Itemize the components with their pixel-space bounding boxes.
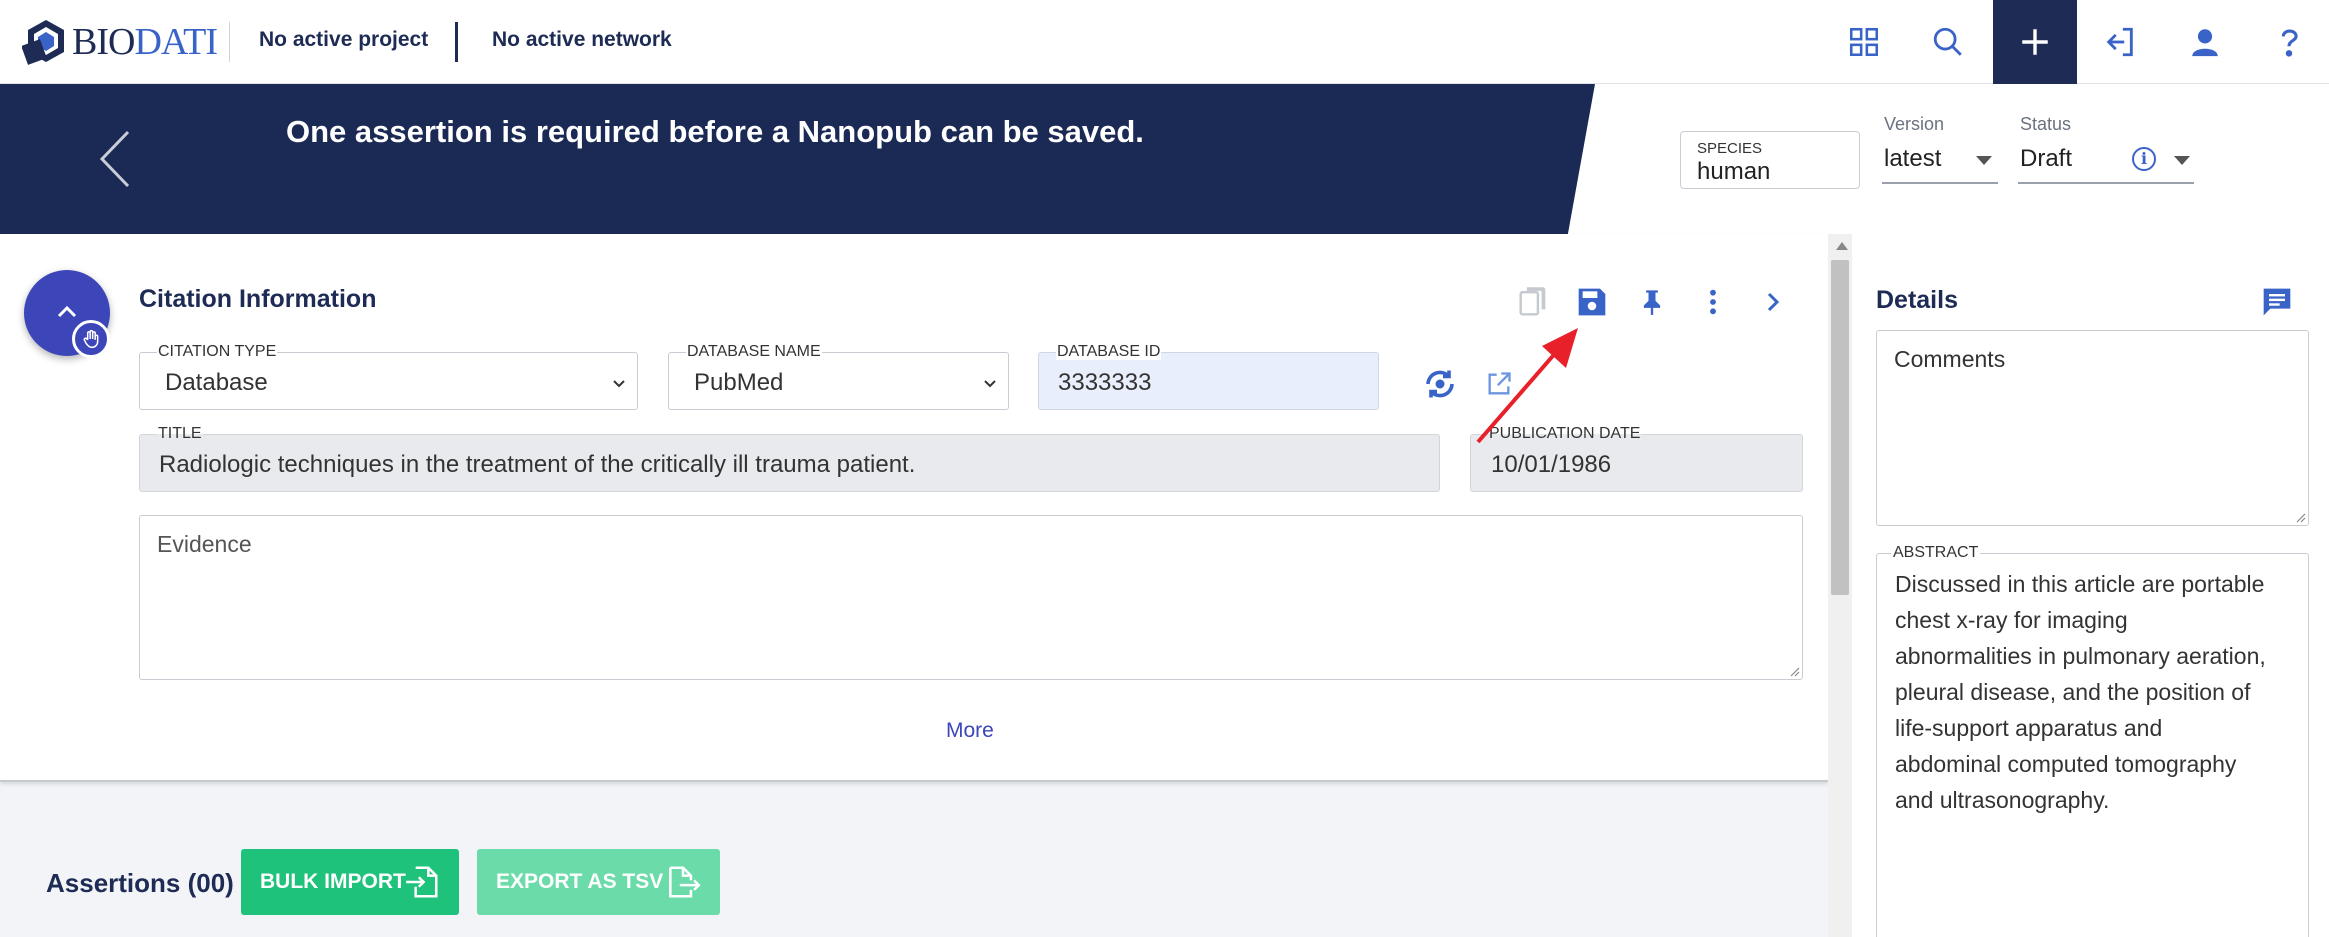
abstract-line: and ultrasonography.: [1895, 787, 2110, 813]
comments-placeholder: Comments: [1894, 346, 2006, 372]
save-button[interactable]: [1572, 282, 1612, 322]
grid-icon: [1849, 27, 1879, 57]
details-title: Details: [1876, 286, 1958, 314]
species-value: human: [1697, 158, 1771, 185]
species-label: SPECIES: [1697, 140, 1763, 157]
top-navigation-bar: BIODATI No active project No active netw…: [0, 0, 2329, 84]
abstract-line: abnormalities in pulmonary aeration,: [1895, 643, 2266, 669]
topbar-divider: [229, 22, 230, 62]
scrollbar-thumb[interactable]: [1831, 260, 1849, 595]
database-name-label: DATABASE NAME: [686, 343, 822, 360]
title-label: TITLE: [157, 425, 203, 442]
assertions-title: Assertions (00): [46, 868, 234, 898]
copy-icon: [1519, 287, 1546, 316]
apps-grid-button[interactable]: [1822, 0, 1906, 84]
citation-type-label: CITATION TYPE: [157, 343, 278, 360]
abstract-line: life-support apparatus and: [1895, 715, 2163, 741]
resize-handle-icon[interactable]: [2294, 511, 2306, 523]
import-icon: [2106, 27, 2133, 57]
evidence-textarea[interactable]: Evidence: [139, 515, 1803, 680]
question-icon: [2281, 29, 2298, 57]
chevron-up-icon: [57, 305, 77, 318]
evidence-placeholder: Evidence: [157, 531, 252, 557]
file-export-icon: [669, 866, 701, 898]
resize-handle-icon[interactable]: [1788, 665, 1800, 677]
abstract-line: Discussed in this article are portable: [1895, 571, 2265, 597]
citation-title: Citation Information: [139, 285, 377, 313]
search-button[interactable]: [1906, 0, 1990, 84]
chevron-right-icon: [1767, 292, 1780, 312]
annotation-arrow-icon: [1476, 328, 1578, 444]
database-id-value: 3333333: [1058, 369, 1152, 396]
citation-card: [0, 234, 1828, 782]
status-label: Status: [2020, 114, 2072, 134]
abstract-text: Discussed in this article are portable c…: [1895, 566, 2266, 818]
species-field[interactable]: SPECIES human: [1680, 131, 1860, 189]
chevron-down-icon: [613, 380, 625, 388]
nanopub-banner: One assertion is required before a Nanop…: [0, 84, 2329, 234]
topbar-divider-dark: [455, 22, 458, 62]
abstract-line: pleural disease, and the position of: [1895, 679, 2251, 705]
hand-icon: [83, 329, 99, 349]
logo-icon: [22, 20, 64, 65]
logo-text-bio: BIO: [72, 21, 135, 63]
abstract-line: chest x-ray for imaging: [1895, 607, 2128, 633]
comment-icon[interactable]: [2260, 286, 2294, 318]
export-tsv-button[interactable]: EXPORT AS TSV: [477, 849, 720, 915]
bulk-import-label: BULK IMPORT: [260, 870, 406, 893]
bulk-import-button[interactable]: BULK IMPORT: [241, 849, 459, 915]
info-icon[interactable]: i: [2132, 147, 2156, 171]
logo-text-dati: DATI: [134, 21, 218, 63]
plus-icon: [2022, 29, 2048, 55]
search-icon: [1933, 27, 1962, 56]
scroll-up-arrow-icon[interactable]: [1836, 242, 1848, 250]
version-value: latest: [1884, 145, 1942, 172]
active-network-label[interactable]: No active network: [492, 28, 672, 52]
title-value: Radiologic techniques in the treatment o…: [159, 451, 916, 478]
publication-date-value: 10/01/1986: [1491, 451, 1612, 478]
user-icon: [2192, 29, 2218, 57]
database-name-value: PubMed: [694, 369, 784, 396]
add-button[interactable]: [1993, 0, 2077, 84]
chevron-down-icon: [2174, 156, 2190, 165]
comments-textarea[interactable]: Comments: [1876, 330, 2309, 526]
chevron-down-icon: [1976, 156, 1992, 165]
help-button[interactable]: [2247, 0, 2329, 84]
status-select[interactable]: Draft i: [2018, 136, 2194, 184]
user-account-button[interactable]: [2163, 0, 2247, 84]
abstract-textarea[interactable]: ABSTRACT Discussed in this article are p…: [1876, 544, 2309, 937]
abstract-line: abdominal computed tomography: [1895, 751, 2237, 777]
export-tsv-label: EXPORT AS TSV: [496, 870, 664, 893]
title-field[interactable]: TITLE Radiologic techniques in the treat…: [139, 426, 1440, 492]
back-chevron-icon[interactable]: [90, 124, 140, 194]
vertical-dots-icon: [1710, 289, 1716, 315]
import-button[interactable]: [2078, 0, 2162, 84]
citation-type-select[interactable]: CITATION TYPE Database: [139, 344, 638, 410]
pin-button[interactable]: [1632, 282, 1672, 322]
drag-handle[interactable]: [72, 320, 110, 358]
version-label: Version: [1884, 114, 1945, 134]
banner-dark-panel: [0, 84, 1595, 234]
database-name-select[interactable]: DATABASE NAME PubMed: [668, 344, 1009, 410]
banner-warning-message: One assertion is required before a Nanop…: [286, 114, 1144, 149]
file-import-icon: [406, 866, 438, 898]
biodati-logo[interactable]: BIODATI: [22, 14, 218, 70]
refresh-icon[interactable]: [1422, 366, 1458, 402]
database-id-label: DATABASE ID: [1056, 343, 1162, 360]
chevron-down-icon: [984, 380, 996, 388]
version-select[interactable]: latest: [1882, 136, 1998, 184]
active-project-label[interactable]: No active project: [259, 28, 428, 52]
copy-button[interactable]: [1513, 282, 1553, 322]
more-options-button[interactable]: [1693, 282, 1733, 322]
more-link[interactable]: More: [946, 719, 994, 743]
status-value: Draft: [2020, 145, 2073, 172]
database-id-field[interactable]: DATABASE ID 3333333: [1038, 344, 1379, 410]
floppy-disk-icon: [1578, 288, 1606, 316]
abstract-label: ABSTRACT: [1891, 544, 1981, 562]
expand-right-button[interactable]: [1753, 282, 1793, 322]
citation-type-value: Database: [165, 369, 268, 396]
pin-icon: [1643, 290, 1661, 315]
logo-wordmark: BIODATI: [72, 20, 218, 64]
